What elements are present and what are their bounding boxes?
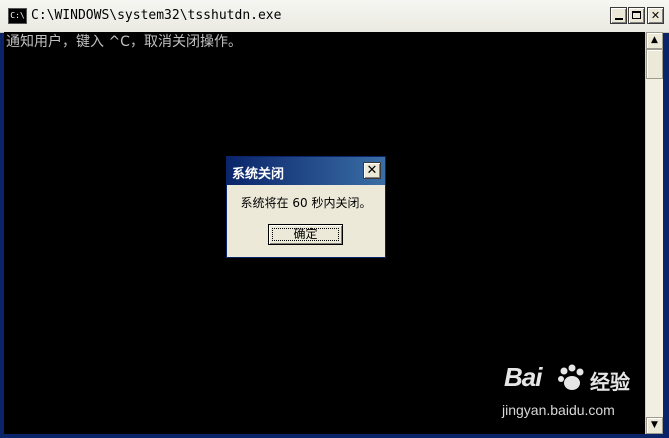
dialog-titlebar[interactable]: 系统关闭 ✕ — [227, 157, 385, 185]
console-line: 通知用户，键入 ^C，取消关闭操作。 — [6, 34, 242, 50]
window-title: C:\WINDOWS\system32\tsshutdn.exe — [31, 8, 282, 23]
dialog-title: 系统关闭 — [232, 167, 285, 182]
scroll-up-button[interactable]: ▲ — [646, 32, 663, 49]
minimize-icon — [615, 18, 623, 20]
watermark-suffix: 经验 — [590, 370, 630, 394]
vertical-scrollbar[interactable]: ▲ ▼ — [645, 32, 663, 434]
shutdown-dialog: 系统关闭 ✕ 系统将在 60 秒内关闭。 确定 — [226, 156, 386, 258]
baidu-watermark: Bai 经验 jingyan.baidu.com — [490, 360, 640, 430]
close-icon: ✕ — [650, 9, 661, 22]
watermark-url: jingyan.baidu.com — [502, 402, 615, 418]
scroll-down-button[interactable]: ▼ — [646, 417, 663, 434]
close-button[interactable]: ✕ — [647, 7, 664, 24]
chevron-down-icon: ▼ — [651, 420, 658, 430]
chevron-up-icon: ▲ — [651, 35, 658, 45]
close-icon: ✕ — [366, 163, 378, 178]
dialog-message: 系统将在 60 秒内关闭。 — [240, 196, 372, 210]
cmd-app-icon[interactable]: C:\ — [8, 8, 27, 24]
maximize-button[interactable] — [628, 7, 645, 24]
maximize-icon — [632, 11, 641, 19]
dialog-close-button[interactable]: ✕ — [363, 162, 381, 179]
paw-icon — [558, 364, 584, 390]
window-titlebar[interactable]: C:\ C:\WINDOWS\system32\tsshutdn.exe ✕ — [0, 0, 669, 33]
watermark-logo: Bai — [504, 362, 542, 392]
ok-button[interactable]: 确定 — [268, 224, 343, 245]
scrollbar-thumb[interactable] — [646, 49, 663, 79]
minimize-button[interactable] — [610, 7, 627, 24]
ok-button-label: 确定 — [293, 227, 318, 241]
